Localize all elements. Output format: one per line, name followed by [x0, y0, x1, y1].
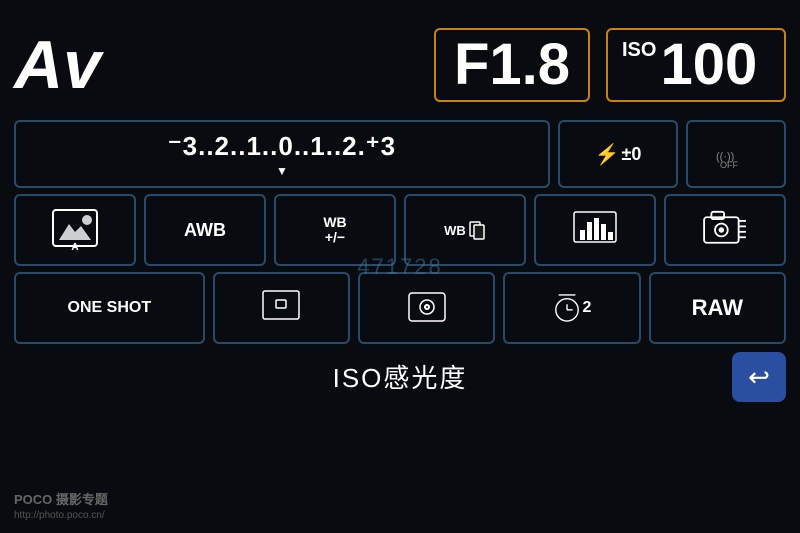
settings-row-1: A AWB WB +/− WB: [14, 194, 786, 266]
settings-row-2: ONE SHOT: [14, 272, 786, 344]
histogram-icon: [572, 210, 618, 250]
camera-screen: Av F1.8 ISO 100 ⁻3..2..1..0..1..2.⁺3 ▼ ⚡…: [0, 0, 800, 533]
scene-icon: A: [51, 208, 99, 252]
wb-bracket-box[interactable]: WB: [404, 194, 526, 266]
iso-box[interactable]: ISO 100: [606, 28, 786, 102]
flash-icon: ⚡: [595, 142, 620, 167]
flash-label: ±0: [622, 144, 642, 165]
wb-adjust-box[interactable]: WB +/−: [274, 194, 396, 266]
histogram-box[interactable]: [534, 194, 656, 266]
af-point-icon: [262, 290, 300, 326]
back-button[interactable]: ↩: [732, 352, 786, 402]
aperture-box[interactable]: F1.8: [434, 28, 590, 102]
svg-text:OFF: OFF: [720, 160, 738, 170]
top-row: Av F1.8 ISO 100: [14, 10, 786, 120]
camera-settings-icon: [702, 210, 748, 250]
wifi-box[interactable]: ((·)) OFF: [686, 120, 786, 188]
one-shot-label: ONE SHOT: [68, 299, 152, 317]
liveview-icon: [407, 289, 447, 327]
poco-url: http://photo.poco.cn/: [14, 509, 108, 523]
wifi-status: ((·)) OFF: [714, 140, 758, 168]
scene-mode-box[interactable]: A: [14, 194, 136, 266]
iso-prefix: ISO: [622, 40, 656, 60]
shooting-mode-label: Av: [14, 31, 101, 99]
poco-watermark: POCO 摄影专题 http://photo.poco.cn/: [14, 491, 108, 523]
back-icon: ↩: [748, 362, 770, 393]
af-point-box[interactable]: [213, 272, 350, 344]
exposure-scale-box[interactable]: ⁻3..2..1..0..1..2.⁺3 ▼: [14, 120, 550, 188]
poco-logo: POCO 摄影专题: [14, 491, 108, 509]
flash-compensation-box[interactable]: ⚡ ±0: [558, 120, 678, 188]
white-balance-box[interactable]: AWB: [144, 194, 266, 266]
image-format-box[interactable]: RAW: [649, 272, 786, 344]
wb-adjust-icon: WB +/−: [323, 215, 346, 246]
af-mode-box[interactable]: ONE SHOT: [14, 272, 205, 344]
awb-label: AWB: [184, 220, 226, 241]
bottom-bar: ISO感光度 ↩: [14, 350, 786, 402]
wifi-icon: ((·)) OFF: [714, 140, 758, 168]
exposure-indicator: ▼: [276, 164, 288, 178]
self-timer-box[interactable]: 2: [503, 272, 640, 344]
exposure-row: ⁻3..2..1..0..1..2.⁺3 ▼ ⚡ ±0 ((·)) OFF: [14, 120, 786, 188]
camera-settings-box[interactable]: [664, 194, 786, 266]
wb-bracket-icon: WB: [444, 220, 486, 240]
iso-value: 100: [660, 36, 757, 94]
exposure-scale-text: ⁻3..2..1..0..1..2.⁺3: [168, 131, 396, 162]
aperture-value: F1.8: [454, 32, 570, 97]
raw-label: RAW: [692, 295, 743, 321]
bottom-label: ISO感光度: [333, 358, 468, 395]
self-timer-icon: 2: [553, 290, 592, 326]
svg-text:A: A: [71, 242, 78, 253]
liveview-box[interactable]: [358, 272, 495, 344]
